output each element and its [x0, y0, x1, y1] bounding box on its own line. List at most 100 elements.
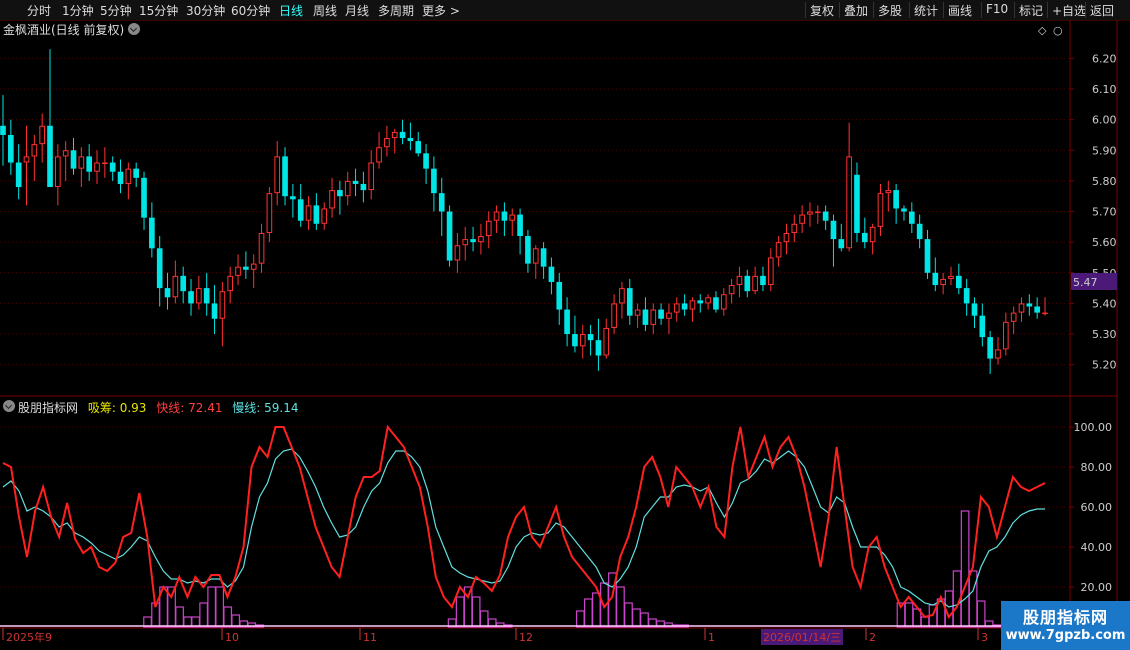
candle-body	[86, 156, 93, 172]
price-tick-label: 5.90	[1092, 144, 1117, 157]
candle-body	[219, 291, 226, 319]
price-tick-label: 6.00	[1092, 114, 1117, 127]
crosshair-toggle-icon: ◇	[1038, 24, 1047, 37]
candle-body	[321, 208, 328, 224]
candle-body	[846, 156, 852, 249]
candle-body	[485, 220, 492, 237]
candle-body	[603, 327, 610, 356]
candle-body	[854, 174, 860, 233]
xichou-bar	[624, 602, 633, 628]
candle-body	[540, 248, 547, 267]
x-axis-label: 2	[869, 631, 876, 644]
candle-body	[626, 288, 633, 316]
candle-body	[1010, 312, 1017, 322]
indicator-tick-label: 40.00	[1081, 541, 1113, 554]
candle-body	[407, 138, 414, 142]
candle-body	[384, 138, 390, 148]
candle-body	[133, 168, 140, 178]
candle-body	[15, 162, 22, 188]
candle-body	[399, 131, 406, 139]
candle-body	[807, 211, 813, 215]
candle-body	[673, 303, 680, 313]
candle-body	[266, 193, 273, 233]
xichou-bar	[207, 586, 217, 628]
candle-body	[117, 171, 124, 184]
candle-body	[720, 294, 727, 310]
candle-body	[579, 334, 586, 347]
xichou-bar	[215, 586, 225, 628]
price-tick-label: 5.20	[1092, 359, 1117, 372]
current-price-label: 5.47	[1073, 276, 1098, 289]
candle-body	[650, 309, 657, 325]
xichou-bar	[455, 596, 465, 628]
price-tick-label: 6.20	[1092, 52, 1117, 65]
watermark-url: www.7gpzb.com	[1005, 628, 1126, 643]
candle-body	[258, 232, 265, 264]
chart-canvas[interactable]: 5.205.305.405.505.605.705.805.906.006.10…	[0, 0, 1130, 650]
candle-body	[376, 147, 382, 163]
candle-body	[493, 211, 500, 221]
settings-icon: ○	[1053, 24, 1063, 37]
watermark-name: 股朋指标网	[1022, 608, 1108, 627]
candle-body	[697, 300, 704, 304]
candle-body	[70, 150, 77, 169]
candle-body	[830, 220, 837, 240]
candle-body	[8, 134, 14, 163]
candle-body	[415, 141, 422, 154]
candle-body	[517, 214, 523, 237]
candle-body	[438, 193, 445, 212]
xichou-bar	[471, 596, 481, 628]
candle-body	[744, 275, 751, 292]
candle-body	[462, 239, 469, 246]
candle-body	[799, 214, 805, 224]
candle-body	[470, 239, 476, 243]
candle-body	[877, 193, 884, 227]
indicator-tick-label: 100.00	[1074, 421, 1113, 434]
price-tick-label: 5.70	[1092, 206, 1117, 219]
candle-body	[532, 248, 539, 264]
candle-body	[250, 263, 257, 270]
xichou-bar	[904, 602, 914, 628]
indicator-tick-label: 80.00	[1081, 461, 1113, 474]
candle-body	[282, 156, 288, 197]
candle-body	[728, 285, 735, 295]
candle-body	[666, 312, 672, 319]
candle-body	[274, 156, 281, 194]
candle-body	[102, 162, 108, 165]
candle-body	[344, 180, 351, 197]
xichou-bar	[632, 608, 641, 628]
candle-body	[423, 153, 429, 169]
price-tick-label: 5.80	[1092, 175, 1117, 188]
candle-body	[885, 190, 892, 194]
candle-body	[587, 334, 594, 341]
candle-body	[1034, 306, 1040, 313]
candle-body	[572, 334, 578, 347]
x-axis-label: 10	[225, 631, 239, 644]
xichou-bar	[960, 510, 970, 628]
candle-body	[109, 162, 116, 172]
candle-body	[391, 131, 398, 139]
candle-body	[360, 183, 367, 191]
candle-body	[548, 266, 555, 282]
candle-body	[705, 297, 711, 304]
candle-body	[125, 168, 132, 184]
candle-body	[713, 297, 719, 310]
slow-line	[2, 448, 1045, 608]
candle-body	[243, 266, 249, 270]
watermark: 股朋指标网 www.7gpzb.com	[1001, 601, 1130, 650]
candle-body	[501, 211, 508, 221]
candle-body	[1018, 303, 1025, 313]
candle-body	[141, 177, 147, 218]
candle-body	[595, 340, 602, 356]
candle-body	[642, 309, 649, 325]
candle-body	[329, 190, 335, 209]
candle-body	[235, 266, 241, 276]
candle-body	[313, 205, 320, 224]
candle-body	[963, 288, 970, 304]
candle-body	[47, 125, 53, 188]
candle-body	[1003, 321, 1009, 350]
candle-body	[368, 162, 375, 191]
candle-body	[23, 156, 30, 163]
xichou-bar	[575, 610, 585, 628]
candle-body	[352, 180, 359, 184]
